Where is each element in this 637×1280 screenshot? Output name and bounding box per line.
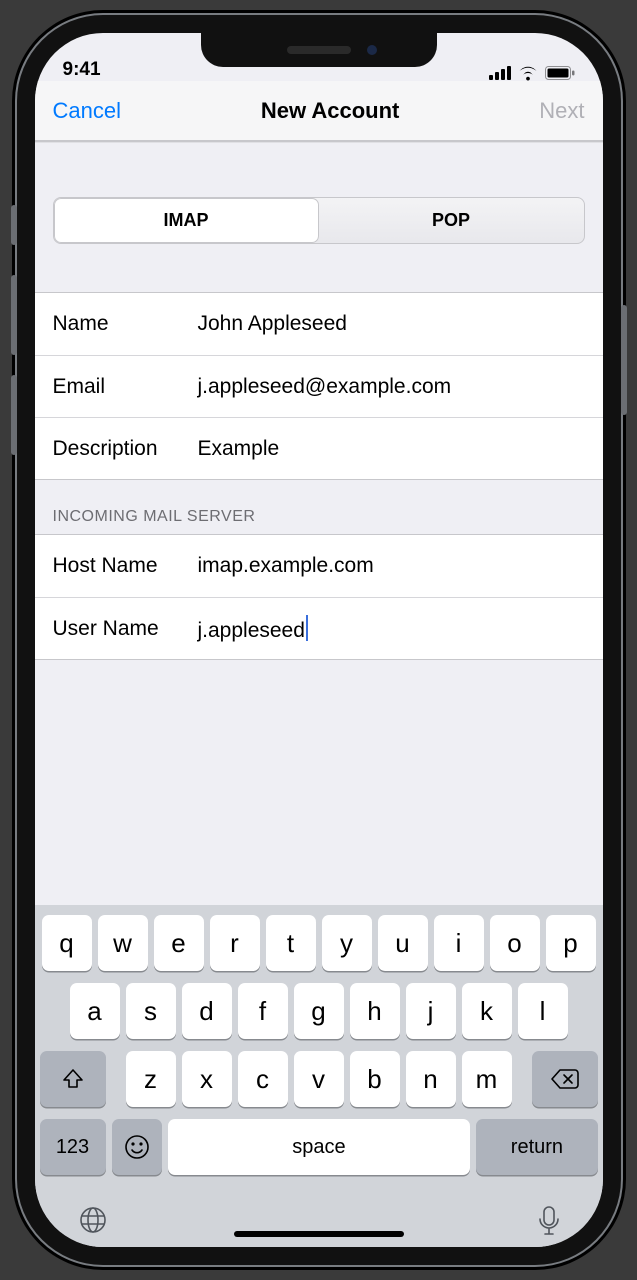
key-f[interactable]: f bbox=[238, 983, 288, 1039]
navigation-bar: Cancel New Account Next bbox=[35, 81, 603, 141]
description-label: Description bbox=[53, 437, 198, 461]
protocol-segmented-control[interactable]: IMAP POP bbox=[53, 197, 585, 244]
account-info-group: Name John Appleseed Email j.appleseed@ex… bbox=[35, 292, 603, 480]
user-name-label: User Name bbox=[53, 617, 198, 641]
row-description[interactable]: Description Example bbox=[35, 417, 603, 479]
email-field[interactable]: j.appleseed@example.com bbox=[198, 375, 585, 399]
incoming-section-header: INCOMING MAIL SERVER bbox=[35, 480, 603, 534]
segment-imap[interactable]: IMAP bbox=[54, 198, 319, 243]
globe-icon[interactable] bbox=[78, 1205, 108, 1237]
return-key[interactable]: return bbox=[476, 1119, 597, 1175]
row-user-name[interactable]: User Name j.appleseed bbox=[35, 597, 603, 659]
dictation-icon[interactable] bbox=[538, 1205, 560, 1237]
backspace-key[interactable] bbox=[532, 1051, 598, 1107]
email-label: Email bbox=[53, 375, 198, 399]
page-title: New Account bbox=[261, 98, 400, 124]
cancel-button[interactable]: Cancel bbox=[53, 98, 121, 124]
keyboard[interactable]: qwertyuiop asdfghjkl zxcvbnm 123 space r… bbox=[35, 905, 603, 1247]
description-field[interactable]: Example bbox=[198, 437, 585, 461]
name-label: Name bbox=[53, 312, 198, 336]
wifi-icon bbox=[517, 65, 539, 81]
key-o[interactable]: o bbox=[490, 915, 540, 971]
key-i[interactable]: i bbox=[434, 915, 484, 971]
key-n[interactable]: n bbox=[406, 1051, 456, 1107]
key-c[interactable]: c bbox=[238, 1051, 288, 1107]
incoming-server-group: Host Name imap.example.com User Name j.a… bbox=[35, 534, 603, 660]
key-z[interactable]: z bbox=[126, 1051, 176, 1107]
host-name-field[interactable]: imap.example.com bbox=[198, 554, 585, 578]
row-name[interactable]: Name John Appleseed bbox=[35, 293, 603, 355]
key-k[interactable]: k bbox=[462, 983, 512, 1039]
host-name-label: Host Name bbox=[53, 554, 198, 578]
key-r[interactable]: r bbox=[210, 915, 260, 971]
key-d[interactable]: d bbox=[182, 983, 232, 1039]
next-button[interactable]: Next bbox=[539, 98, 584, 124]
user-name-field[interactable]: j.appleseed bbox=[198, 615, 585, 643]
numbers-key[interactable]: 123 bbox=[40, 1119, 106, 1175]
key-v[interactable]: v bbox=[294, 1051, 344, 1107]
row-email[interactable]: Email j.appleseed@example.com bbox=[35, 355, 603, 417]
key-u[interactable]: u bbox=[378, 915, 428, 971]
key-e[interactable]: e bbox=[154, 915, 204, 971]
battery-icon bbox=[545, 66, 575, 80]
cellular-icon bbox=[489, 66, 511, 80]
key-g[interactable]: g bbox=[294, 983, 344, 1039]
shift-key[interactable] bbox=[40, 1051, 106, 1107]
key-y[interactable]: y bbox=[322, 915, 372, 971]
name-field[interactable]: John Appleseed bbox=[198, 312, 585, 336]
key-j[interactable]: j bbox=[406, 983, 456, 1039]
key-h[interactable]: h bbox=[350, 983, 400, 1039]
key-p[interactable]: p bbox=[546, 915, 596, 971]
key-x[interactable]: x bbox=[182, 1051, 232, 1107]
status-time: 9:41 bbox=[63, 59, 101, 81]
emoji-key[interactable] bbox=[112, 1119, 162, 1175]
key-s[interactable]: s bbox=[126, 983, 176, 1039]
key-w[interactable]: w bbox=[98, 915, 148, 971]
key-l[interactable]: l bbox=[518, 983, 568, 1039]
key-t[interactable]: t bbox=[266, 915, 316, 971]
key-b[interactable]: b bbox=[350, 1051, 400, 1107]
key-q[interactable]: q bbox=[42, 915, 92, 971]
key-m[interactable]: m bbox=[462, 1051, 512, 1107]
home-indicator[interactable] bbox=[234, 1231, 404, 1237]
key-a[interactable]: a bbox=[70, 983, 120, 1039]
row-host-name[interactable]: Host Name imap.example.com bbox=[35, 535, 603, 597]
text-cursor bbox=[306, 615, 308, 641]
notch bbox=[201, 33, 437, 67]
segment-pop[interactable]: POP bbox=[319, 198, 584, 243]
space-key[interactable]: space bbox=[168, 1119, 471, 1175]
